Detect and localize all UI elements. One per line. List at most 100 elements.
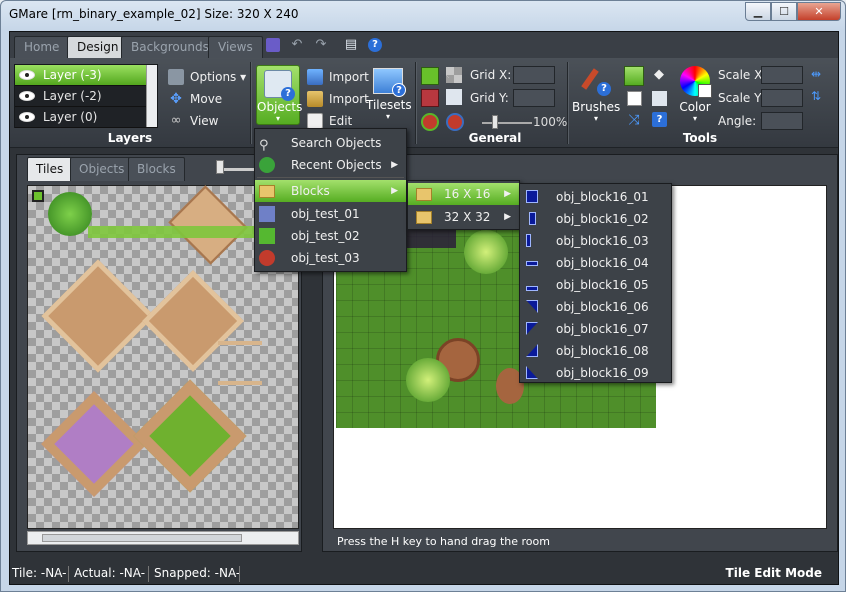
grid-snap-icon[interactable] <box>421 89 439 107</box>
grid-settings-icon[interactable] <box>446 89 462 105</box>
options-icon <box>168 69 184 85</box>
group-divider <box>250 62 251 144</box>
status-mode: Tile Edit Mode <box>725 566 822 580</box>
maximize-icon: ☐ <box>779 5 789 18</box>
color-button[interactable]: Color ▾ <box>674 66 716 123</box>
import-button[interactable]: Import <box>307 90 369 108</box>
tab-tiles[interactable]: Tiles <box>27 157 73 181</box>
brushes-icon: ? <box>581 66 611 96</box>
tileset-hscrollbar[interactable] <box>27 531 299 545</box>
status-bar: Tile: -NA- Actual: -NA- Snapped: -NA- Ti… <box>10 564 838 584</box>
menu-item-obj-test-02[interactable]: obj_test_02 <box>255 225 406 247</box>
tab-objects[interactable]: Objects <box>70 157 134 181</box>
book-icon[interactable]: ▤ <box>344 38 358 52</box>
help-icon[interactable]: ? <box>652 112 667 127</box>
tab-blocks[interactable]: Blocks <box>128 157 185 181</box>
menu-item-16x16[interactable]: 16 X 16 ▶ <box>408 183 519 205</box>
layers-list[interactable]: Layer (-3) Layer (-2) Layer (0) <box>14 64 158 128</box>
menu-item-obj-block16-05[interactable]: obj_block16_05 <box>520 274 671 296</box>
objects-visibility-icon[interactable] <box>421 113 439 131</box>
maximize-button[interactable]: ☐ <box>771 2 797 21</box>
app-window: GMare [rm_binary_example_02] Size: 320 X… <box>0 0 846 592</box>
search-icon: ⚲ <box>259 138 269 153</box>
block-icon <box>526 190 538 203</box>
redo-icon[interactable]: ↷ <box>314 38 328 52</box>
menu-item-obj-block16-07[interactable]: obj_block16_07 <box>520 318 671 340</box>
status-divider <box>239 566 240 582</box>
folder-icon <box>416 188 432 201</box>
menu-item-obj-block16-03[interactable]: obj_block16_03 <box>520 230 671 252</box>
close-button[interactable]: ✕ <box>797 2 841 21</box>
help-icon[interactable]: ? <box>368 38 382 52</box>
menu-item-obj-block16-01[interactable]: obj_block16_01 <box>520 186 671 208</box>
layers-scrollbar[interactable] <box>146 65 157 127</box>
tab-design[interactable]: Design <box>67 36 129 58</box>
options-button[interactable]: Options ▾ <box>168 68 246 86</box>
flip-vertical-icon[interactable]: ⇅ <box>811 89 825 103</box>
tilesets-button[interactable]: ? Tilesets ▾ <box>366 68 412 121</box>
tab-backgrounds[interactable]: Backgrounds <box>121 36 219 58</box>
grid-toggle-icon[interactable] <box>421 67 439 85</box>
menu-item-recent-objects[interactable]: Recent Objects ▶ <box>255 154 406 176</box>
view-button[interactable]: ∞ View <box>168 112 219 130</box>
group-divider <box>415 62 416 144</box>
eye-icon[interactable] <box>19 91 35 101</box>
tab-home[interactable]: Home <box>14 36 70 58</box>
clock-icon <box>259 157 275 173</box>
block-icon <box>529 212 536 225</box>
grid-x-input[interactable] <box>513 66 555 84</box>
layer-item[interactable]: Layer (-3) <box>15 65 157 86</box>
eye-icon[interactable] <box>19 70 35 80</box>
undo-icon[interactable]: ↶ <box>290 38 304 52</box>
layers-group-label: Layers <box>107 131 153 145</box>
fence-tile <box>218 341 262 385</box>
tile-selection-cursor <box>32 190 44 202</box>
menu-item-search-objects[interactable]: ⚲ Search Objects <box>255 132 406 154</box>
submenu-arrow-icon: ▶ <box>391 186 398 196</box>
scale-y-input[interactable] <box>761 89 803 107</box>
shuffle-icon[interactable]: ⤨ <box>626 112 642 128</box>
block16-submenu: obj_block16_01 obj_block16_02 obj_block1… <box>519 183 672 383</box>
scale-x-input[interactable] <box>761 66 803 84</box>
move-button[interactable]: ✥ Move <box>168 90 222 108</box>
brushes-button[interactable]: ? Brushes ▾ <box>572 66 620 123</box>
menu-item-obj-block16-02[interactable]: obj_block16_02 <box>520 208 671 230</box>
menu-item-obj-test-01[interactable]: obj_test_01 <box>255 203 406 225</box>
tab-views[interactable]: Views <box>208 36 263 58</box>
submenu-arrow-icon: ▶ <box>391 160 398 170</box>
eye-icon[interactable] <box>19 112 35 122</box>
objects-icon: ? <box>264 70 295 101</box>
objects-button[interactable]: ? Objects ▾ <box>256 65 302 125</box>
menu-item-obj-block16-06[interactable]: obj_block16_06 <box>520 296 671 318</box>
eraser-icon[interactable]: ◆ <box>650 67 668 83</box>
layer-item[interactable]: Layer (0) <box>15 107 157 128</box>
menu-item-obj-block16-08[interactable]: obj_block16_08 <box>520 340 671 362</box>
layer-item[interactable]: Layer (-2) <box>15 86 157 107</box>
menu-item-obj-test-03[interactable]: obj_test_03 <box>255 247 406 269</box>
grass-tile <box>88 226 268 238</box>
objects-snap-icon[interactable] <box>446 113 464 131</box>
flip-horizontal-icon[interactable]: ⇹ <box>811 67 825 81</box>
fill-tool-icon[interactable] <box>627 91 642 106</box>
grid-y-label: Grid Y: <box>470 91 509 105</box>
zoom-slider-thumb[interactable] <box>492 115 498 129</box>
zoom-slider-track[interactable] <box>482 122 532 124</box>
menu-item-obj-block16-04[interactable]: obj_block16_04 <box>520 252 671 274</box>
tile-zoom-thumb[interactable] <box>216 160 224 174</box>
menu-item-blocks[interactable]: Blocks ▶ <box>255 180 406 202</box>
save-icon[interactable] <box>266 38 280 52</box>
title-bar: GMare [rm_binary_example_02] Size: 320 X… <box>1 1 845 31</box>
import-objects-button[interactable]: Import <box>307 68 369 86</box>
minimize-button[interactable]: ▁ <box>745 2 771 21</box>
pencil-tool-icon[interactable] <box>624 66 644 86</box>
blocks-submenu: 16 X 16 ▶ 32 X 32 ▶ <box>407 180 520 230</box>
menu-item-32x32[interactable]: 32 X 32 ▶ <box>408 206 519 228</box>
object-icon <box>259 228 275 244</box>
scale-y-label: Scale Y: <box>718 91 764 105</box>
submenu-arrow-icon: ▶ <box>504 212 511 222</box>
angle-input[interactable] <box>761 112 803 130</box>
grid-y-input[interactable] <box>513 89 555 107</box>
select-tool-icon[interactable] <box>652 91 667 106</box>
transparency-icon[interactable] <box>446 67 462 83</box>
menu-item-obj-block16-09[interactable]: obj_block16_09 <box>520 362 671 384</box>
